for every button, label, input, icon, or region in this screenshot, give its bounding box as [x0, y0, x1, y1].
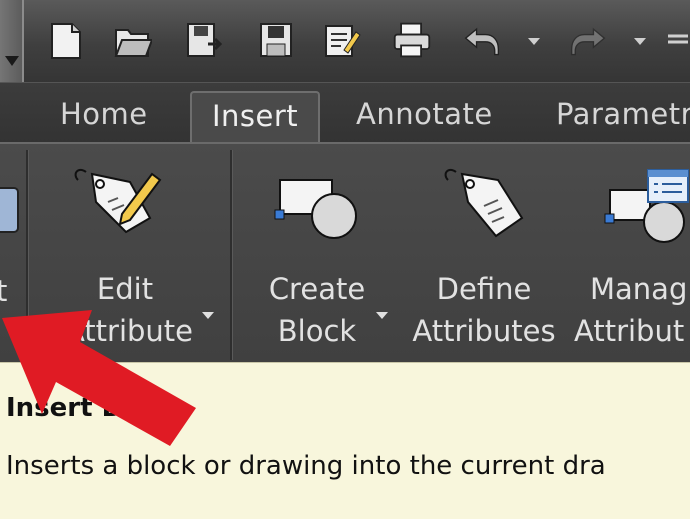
undo-icon[interactable] [462, 18, 502, 62]
red-arrow-annotation [2, 310, 196, 446]
redo-dropdown-icon[interactable] [634, 38, 646, 45]
manage-attributes-icon [604, 169, 689, 243]
manage-attributes-label-line1: Manag [590, 272, 688, 306]
open-icon[interactable] [112, 18, 152, 62]
manage-attributes-label-line2: Attribut [574, 314, 685, 348]
define-attributes-icon [444, 168, 524, 238]
tab-annotate[interactable]: Annotate [356, 91, 493, 137]
create-block-button[interactable]: Create Block [250, 144, 400, 364]
tab-insert[interactable]: Insert [190, 91, 321, 145]
define-attributes-label-line1: Define [436, 272, 532, 306]
redo-icon[interactable] [568, 18, 608, 62]
chevron-down-icon [5, 56, 19, 66]
define-attributes-label-line2: Attributes [412, 314, 556, 348]
panel-separator [230, 150, 233, 360]
quick-access-toolbar [0, 0, 690, 130]
customize-icon[interactable] [664, 18, 690, 62]
save-icon[interactable] [256, 18, 296, 62]
properties-icon[interactable] [322, 18, 362, 62]
edit-attribute-icon [74, 168, 162, 234]
save-as-icon[interactable] [184, 18, 224, 62]
define-attributes-button[interactable]: Define Attributes [404, 144, 564, 364]
print-icon[interactable] [392, 18, 432, 62]
ribbon-tab-bar: Home Insert Annotate Parametr [0, 82, 690, 145]
create-block-label-line1: Create [268, 272, 366, 306]
tab-home[interactable]: Home [60, 91, 148, 137]
create-block-icon [274, 179, 357, 239]
create-block-dropdown-icon[interactable] [376, 312, 388, 319]
create-block-label-line2: Block [277, 314, 357, 348]
insert-block-icon [0, 187, 19, 233]
manage-attributes-button[interactable]: Manag Attribut [572, 144, 690, 364]
new-icon[interactable] [46, 18, 86, 62]
tab-parametric[interactable]: Parametr [556, 91, 690, 137]
undo-dropdown-icon[interactable] [528, 38, 540, 45]
